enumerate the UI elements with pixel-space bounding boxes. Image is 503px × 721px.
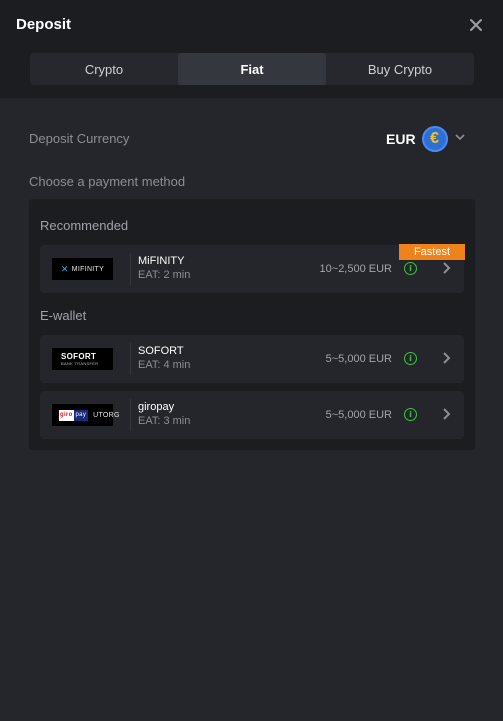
payment-method-sofort[interactable]: SOFORT BANK TRANSFER SOFORT EAT: 4 min 5… (40, 335, 464, 383)
section-title-ewallet: E-wallet (40, 308, 87, 323)
payment-method-giropay[interactable]: giro pay UTORG giropay EAT: 3 min 5~5,00… (40, 391, 464, 439)
mifinity-logo: ✕ MIFINITY (52, 258, 113, 280)
info-icon[interactable]: i (404, 262, 417, 275)
fastest-badge: Fastest (399, 244, 465, 260)
deposit-currency-label: Deposit Currency (29, 131, 130, 146)
payment-method-mifinity[interactable]: ✕ MIFINITY MiFINITY EAT: 2 min 10~2,500 … (40, 244, 465, 293)
method-name: SOFORT (138, 345, 184, 357)
euro-coin-icon: € (421, 126, 448, 152)
chevron-down-icon (454, 130, 466, 148)
chevron-right-icon (439, 407, 453, 426)
method-range: 5~5,000 EUR (325, 353, 392, 365)
method-range: 5~5,000 EUR (325, 409, 392, 421)
sofort-logo: SOFORT BANK TRANSFER (52, 348, 113, 370)
giropay-logo-giro: giro (60, 412, 73, 418)
tab-buy-crypto[interactable]: Buy Crypto (326, 53, 474, 85)
giropay-logo-pay: pay (73, 409, 89, 421)
sofort-logo-subtext: BANK TRANSFER (61, 361, 99, 366)
mifinity-logo-text: MIFINITY (71, 265, 105, 273)
chevron-right-icon (439, 261, 453, 280)
currency-code: EUR (386, 131, 416, 147)
currency-dropdown[interactable]: EUR € (386, 125, 466, 153)
utorg-logo-text: UTORG (93, 411, 120, 419)
tab-fiat[interactable]: Fiat (178, 53, 326, 85)
method-eat: EAT: 3 min (138, 415, 191, 427)
payment-methods-panel: Recommended ✕ MIFINITY MiFINITY EAT: 2 m… (29, 199, 475, 450)
modal-title: Deposit (16, 16, 72, 33)
method-eat: EAT: 2 min (138, 269, 191, 281)
mifinity-mark-icon: ✕ (60, 263, 69, 274)
section-title-recommended: Recommended (40, 218, 129, 233)
payment-method-label: Choose a payment method (29, 174, 186, 189)
method-name: MiFINITY (138, 255, 185, 267)
giropay-mark-icon: giro pay (59, 409, 89, 421)
method-eat: EAT: 4 min (138, 359, 191, 371)
chevron-right-icon (439, 351, 453, 370)
method-range: 10~2,500 EUR (319, 263, 392, 275)
giropay-logo: giro pay UTORG (52, 404, 119, 426)
method-name: giropay (138, 401, 175, 413)
modal-header: Deposit Crypto Fiat Buy Crypto (0, 0, 503, 98)
tab-crypto[interactable]: Crypto (30, 53, 178, 85)
close-icon[interactable] (466, 15, 486, 35)
sofort-logo-text: SOFORT (61, 352, 97, 361)
divider (130, 399, 131, 431)
deposit-tabs: Crypto Fiat Buy Crypto (30, 53, 474, 85)
info-icon[interactable]: i (404, 408, 417, 421)
info-icon[interactable]: i (404, 352, 417, 365)
divider (130, 253, 131, 285)
divider (130, 343, 131, 375)
